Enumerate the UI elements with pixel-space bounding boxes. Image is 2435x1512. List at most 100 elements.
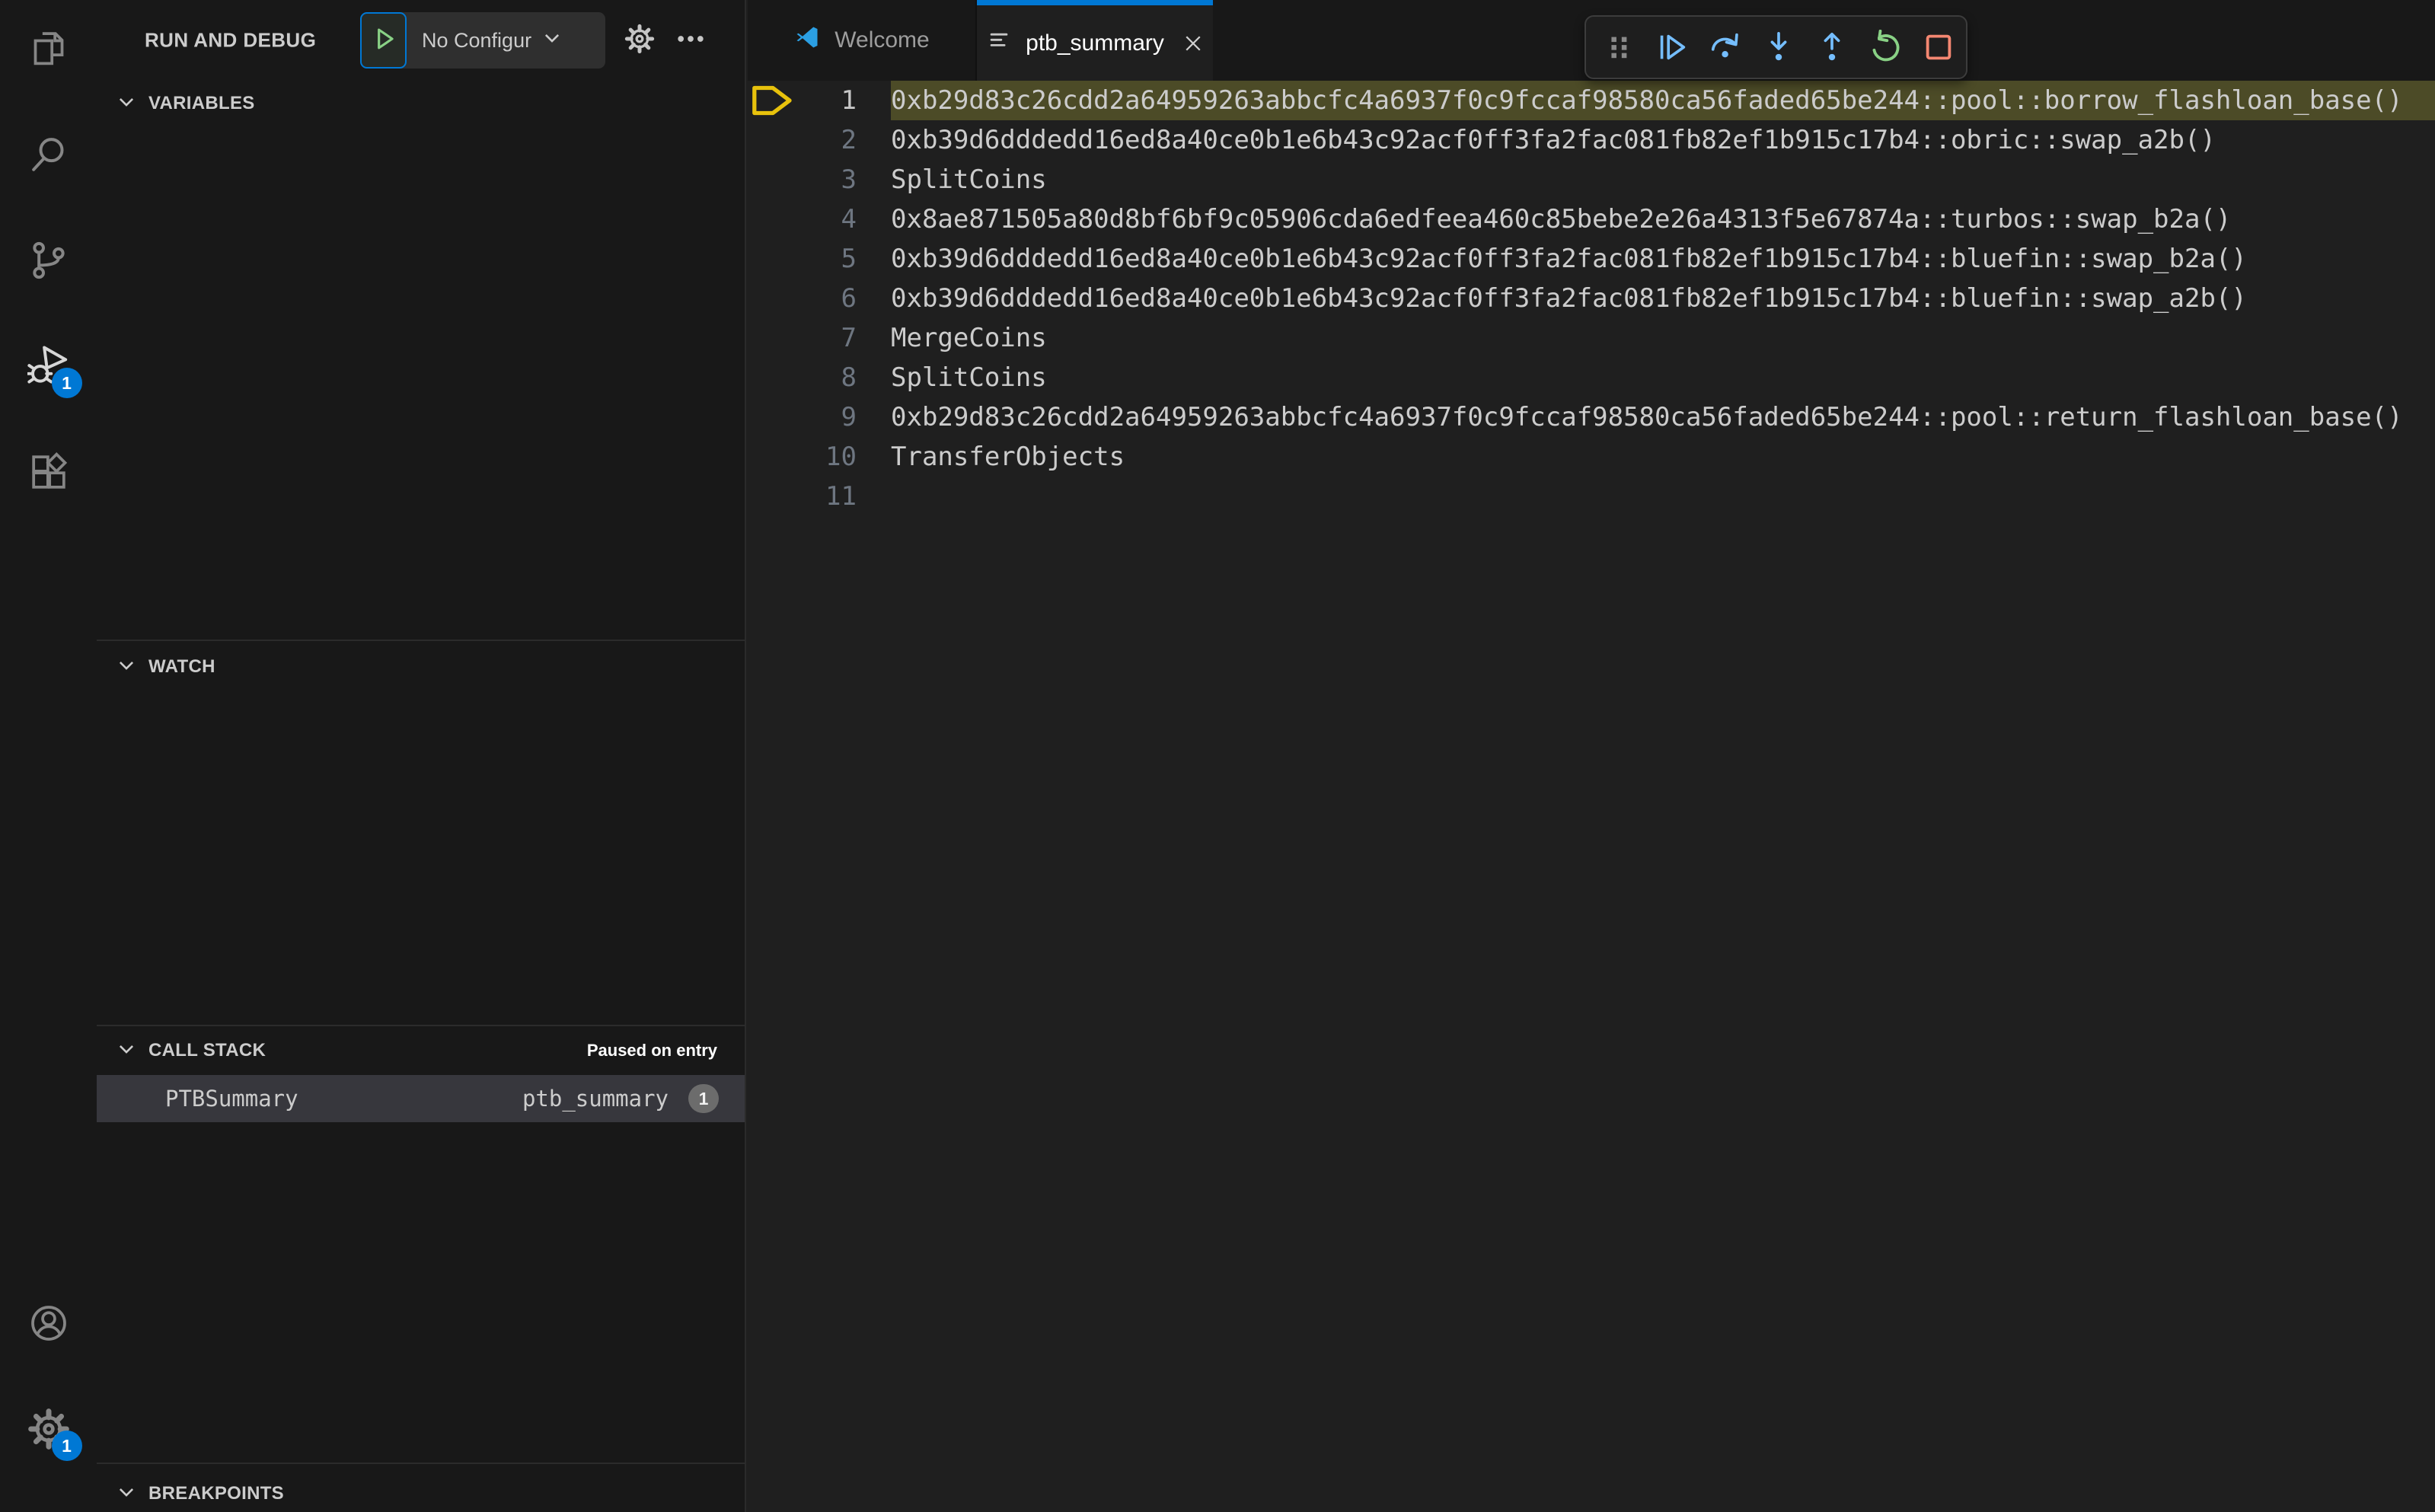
section-divider xyxy=(97,1025,745,1026)
code-line[interactable]: 2 0xb39d6dddedd16ed8a40ce0b1e6b43c92acf0f… xyxy=(748,120,2435,160)
tab-label: Welcome xyxy=(835,27,930,53)
line-number: 9 xyxy=(841,402,857,432)
tab-welcome[interactable]: Welcome xyxy=(748,0,977,81)
code-text[interactable]: TransferObjects xyxy=(891,437,2435,477)
line-number: 2 xyxy=(841,125,857,155)
files-icon xyxy=(27,27,70,74)
tab-label: ptb_summary xyxy=(1026,30,1164,56)
account-button[interactable] xyxy=(24,1300,73,1349)
breakpoint-gutter[interactable]: 3 xyxy=(748,160,891,199)
restart-button[interactable] xyxy=(1868,30,1903,65)
breakpoint-gutter[interactable]: 4 xyxy=(748,199,891,239)
code-text[interactable]: 0xb39d6dddedd16ed8a40ce0b1e6b43c92acf0ff… xyxy=(891,279,2435,318)
line-number: 4 xyxy=(841,204,857,234)
gear-icon xyxy=(624,24,655,58)
start-debugging-button[interactable] xyxy=(360,12,407,69)
debug-config-picker: No Configur xyxy=(360,12,605,69)
code-area: 1 0xb29d83c26cdd2a64959263abbcfc4a6937f0c… xyxy=(748,81,2435,1512)
code-text[interactable]: 0x8ae871505a80d8bf6bf9c05906cda6edfeea46… xyxy=(891,199,2435,239)
breakpoint-gutter[interactable]: 1 xyxy=(748,81,891,120)
sidebar-item-explorer[interactable] xyxy=(24,26,73,75)
config-dropdown[interactable]: No Configur xyxy=(407,12,605,69)
chevron-down-icon xyxy=(116,656,136,679)
code-line[interactable]: 8 SplitCoins xyxy=(748,358,2435,397)
breakpoint-gutter[interactable]: 8 xyxy=(748,358,891,397)
code-line[interactable]: 9 0xb29d83c26cdd2a64959263abbcfc4a6937f0c… xyxy=(748,397,2435,437)
config-dropdown-label: No Configur xyxy=(422,28,532,52)
step-out-button[interactable] xyxy=(1814,30,1849,65)
account-icon xyxy=(27,1302,70,1348)
code-line[interactable]: 7 MergeCoins xyxy=(748,318,2435,358)
extensions-icon xyxy=(27,451,70,497)
run-and-debug-sidebar: RUN AND DEBUG No Configur VARIABLES WATC… xyxy=(97,0,746,1512)
code-text[interactable]: 0xb39d6dddedd16ed8a40ce0b1e6b43c92acf0ff… xyxy=(891,120,2435,160)
sidebar-item-run-and-debug[interactable]: 1 xyxy=(24,343,82,398)
breakpoint-gutter[interactable]: 7 xyxy=(748,318,891,358)
line-number: 5 xyxy=(841,244,857,274)
step-over-button[interactable] xyxy=(1708,30,1743,65)
section-divider xyxy=(97,640,745,641)
code-text[interactable]: 0xb39d6dddedd16ed8a40ce0b1e6b43c92acf0ff… xyxy=(891,239,2435,279)
debug-settings-button[interactable] xyxy=(618,19,661,62)
code-text[interactable]: 0xb29d83c26cdd2a64959263abbcfc4a6937f0c9… xyxy=(891,81,2435,120)
code-line[interactable]: 5 0xb39d6dddedd16ed8a40ce0b1e6b43c92acf0f… xyxy=(748,239,2435,279)
code-line[interactable]: 4 0x8ae871505a80d8bf6bf9c05906cda6edfeea4… xyxy=(748,199,2435,239)
ellipsis-icon xyxy=(674,22,707,59)
breakpoint-gutter[interactable]: 9 xyxy=(748,397,891,437)
sidebar-item-extensions[interactable] xyxy=(24,449,73,498)
step-into-button[interactable] xyxy=(1761,30,1796,65)
chevron-down-icon xyxy=(116,1482,136,1506)
settings-button[interactable]: 1 xyxy=(24,1406,82,1461)
section-breakpoints[interactable]: BREAKPOINTS xyxy=(97,1475,745,1512)
file-list-icon xyxy=(986,27,1012,59)
debug-status-text: Paused on entry xyxy=(586,1041,717,1060)
debug-toolbar xyxy=(1585,15,1967,79)
tab-ptb-summary[interactable]: ptb_summary xyxy=(977,0,1213,81)
breakpoint-gutter[interactable]: 10 xyxy=(748,437,891,477)
sidebar-title: RUN AND DEBUG xyxy=(145,28,317,52)
code-text[interactable]: SplitCoins xyxy=(891,160,2435,199)
section-label: CALL STACK xyxy=(148,1040,266,1061)
section-label: WATCH xyxy=(148,656,215,677)
sidebar-item-search[interactable] xyxy=(24,132,73,180)
close-icon[interactable] xyxy=(1182,28,1204,59)
vscode-logo-icon xyxy=(793,24,821,57)
code-text[interactable]: SplitCoins xyxy=(891,358,2435,397)
current-line-arrow-icon xyxy=(751,84,795,117)
line-number: 3 xyxy=(841,164,857,195)
code-text[interactable]: MergeCoins xyxy=(891,318,2435,358)
code-line[interactable]: 1 0xb29d83c26cdd2a64959263abbcfc4a6937f0c… xyxy=(748,81,2435,120)
line-number: 6 xyxy=(841,283,857,314)
section-call-stack[interactable]: CALL STACK Paused on entry xyxy=(97,1032,745,1069)
code-text[interactable]: 0xb29d83c26cdd2a64959263abbcfc4a6937f0c9… xyxy=(891,397,2435,437)
section-watch[interactable]: WATCH xyxy=(97,649,745,685)
section-label: BREAKPOINTS xyxy=(148,1483,284,1504)
more-actions-button[interactable] xyxy=(669,19,712,62)
breakpoint-gutter[interactable]: 2 xyxy=(748,120,891,160)
stack-frame-source: ptb_summary xyxy=(522,1086,669,1112)
drag-handle[interactable] xyxy=(1601,30,1636,65)
stack-frame-badge: 1 xyxy=(688,1084,719,1113)
section-divider xyxy=(97,1463,745,1464)
code-line[interactable]: 10 TransferObjects xyxy=(748,437,2435,477)
chevron-down-icon xyxy=(116,92,136,116)
call-stack-frame-row[interactable]: PTBSummary ptb_summary 1 xyxy=(97,1075,745,1122)
stop-button[interactable] xyxy=(1921,30,1956,65)
section-variables[interactable]: VARIABLES xyxy=(97,85,745,122)
breakpoint-gutter[interactable]: 6 xyxy=(748,279,891,318)
line-number: 11 xyxy=(825,481,857,512)
line-number: 1 xyxy=(841,85,857,116)
line-number: 10 xyxy=(825,442,857,472)
continue-button[interactable] xyxy=(1655,30,1690,65)
breakpoint-gutter[interactable]: 5 xyxy=(748,239,891,279)
code-line[interactable]: 6 0xb39d6dddedd16ed8a40ce0b1e6b43c92acf0f… xyxy=(748,279,2435,318)
sidebar-item-source-control[interactable] xyxy=(24,238,73,286)
line-number: 7 xyxy=(841,323,857,353)
breakpoint-gutter[interactable]: 11 xyxy=(748,477,891,516)
code-line[interactable]: 11 xyxy=(748,477,2435,516)
code-text[interactable] xyxy=(891,477,2435,516)
code-line[interactable]: 3 SplitCoins xyxy=(748,160,2435,199)
chevron-down-icon xyxy=(531,28,570,53)
vscode-window: 1 1 RUN AND DEBUG No Configur VARIABLES … xyxy=(0,0,2435,1512)
sidebar-header: RUN AND DEBUG No Configur xyxy=(97,0,745,81)
